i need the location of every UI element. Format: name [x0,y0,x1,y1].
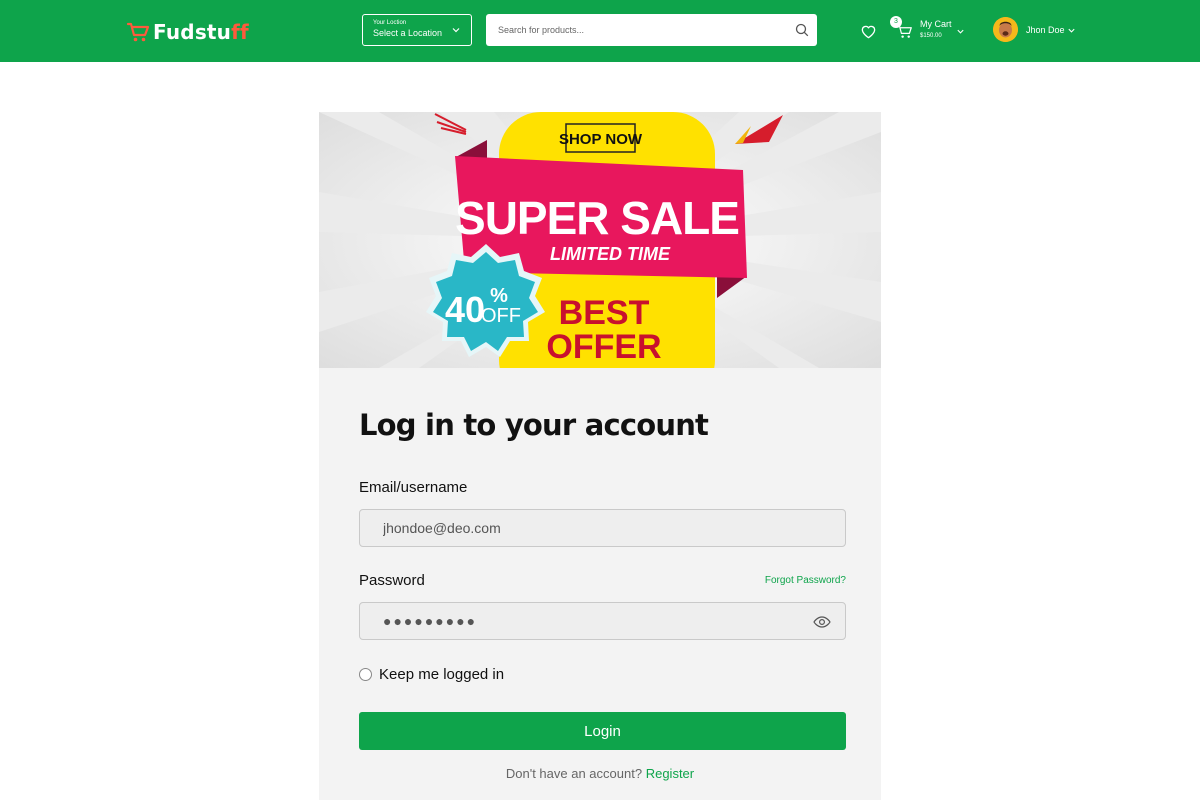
offer-text: OFFER [546,328,661,366]
page-title: Log in to your account [359,408,709,442]
discount-off: OFF [481,305,521,327]
location-selector[interactable]: Your Loction Select a Location [362,14,472,46]
logo-text-accent: ff [231,20,249,44]
chevron-down-icon [957,29,964,34]
best-text: BEST [559,294,650,332]
user-name: Jhon Doe [1026,25,1065,35]
email-label: Email/username [359,479,468,496]
register-link[interactable]: Register [646,766,694,781]
login-button[interactable]: Login [359,712,846,750]
chevron-down-icon [452,28,460,33]
logo-text: Fudstuff [153,20,249,44]
discount-percent: % [490,285,508,307]
wishlist-heart-icon[interactable] [860,23,877,40]
keep-logged-in-radio[interactable] [359,667,372,681]
discount-number: 40 [445,289,485,330]
keep-logged-in-option[interactable]: Keep me logged in [359,665,504,683]
search-input[interactable] [486,14,781,46]
password-field-wrapper [359,602,846,640]
cart-total: $150.00 [920,33,942,39]
cart-logo-icon [126,22,150,42]
keep-logged-in-label: Keep me logged in [379,665,505,683]
register-prompt: Don't have an account? [505,766,643,781]
password-label: Password [359,572,425,589]
cart-count-badge: 3 [890,16,902,28]
email-field-wrapper [359,509,846,547]
eye-icon[interactable] [813,615,831,629]
limited-time-text: LIMITED TIME [550,244,671,264]
password-field[interactable] [360,603,845,639]
user-avatar-icon [993,17,1018,42]
avatar [993,17,1018,42]
super-sale-text: SUPER SALE [455,192,739,244]
cart-label: My Cart [920,19,952,29]
login-card: Log in to your account Email/username Pa… [319,368,881,800]
shop-now-text: SHOP NOW [559,131,643,148]
chevron-down-icon [1068,28,1075,33]
site-logo[interactable]: Fudstuff [126,18,249,46]
cart-button[interactable]: 3 My Cart $150.00 [890,16,968,46]
register-prompt-line: Don't have an account? Register [319,766,881,781]
top-navbar: Fudstuff Your Loction Select a Location … [0,0,1200,62]
logo-text-main: Fudstu [153,20,232,44]
promo-banner-graphic: SHOP NOW SUPER SALE LIMITED TIME 40 % OF… [319,112,881,368]
promo-banner[interactable]: SHOP NOW SUPER SALE LIMITED TIME 40 % OF… [319,112,881,368]
forgot-password-link[interactable]: Forgot Password? [765,575,846,586]
user-menu[interactable]: Jhon Doe [993,17,1083,43]
search-bar [486,14,817,46]
search-icon[interactable] [795,23,809,37]
email-field[interactable] [360,510,845,546]
